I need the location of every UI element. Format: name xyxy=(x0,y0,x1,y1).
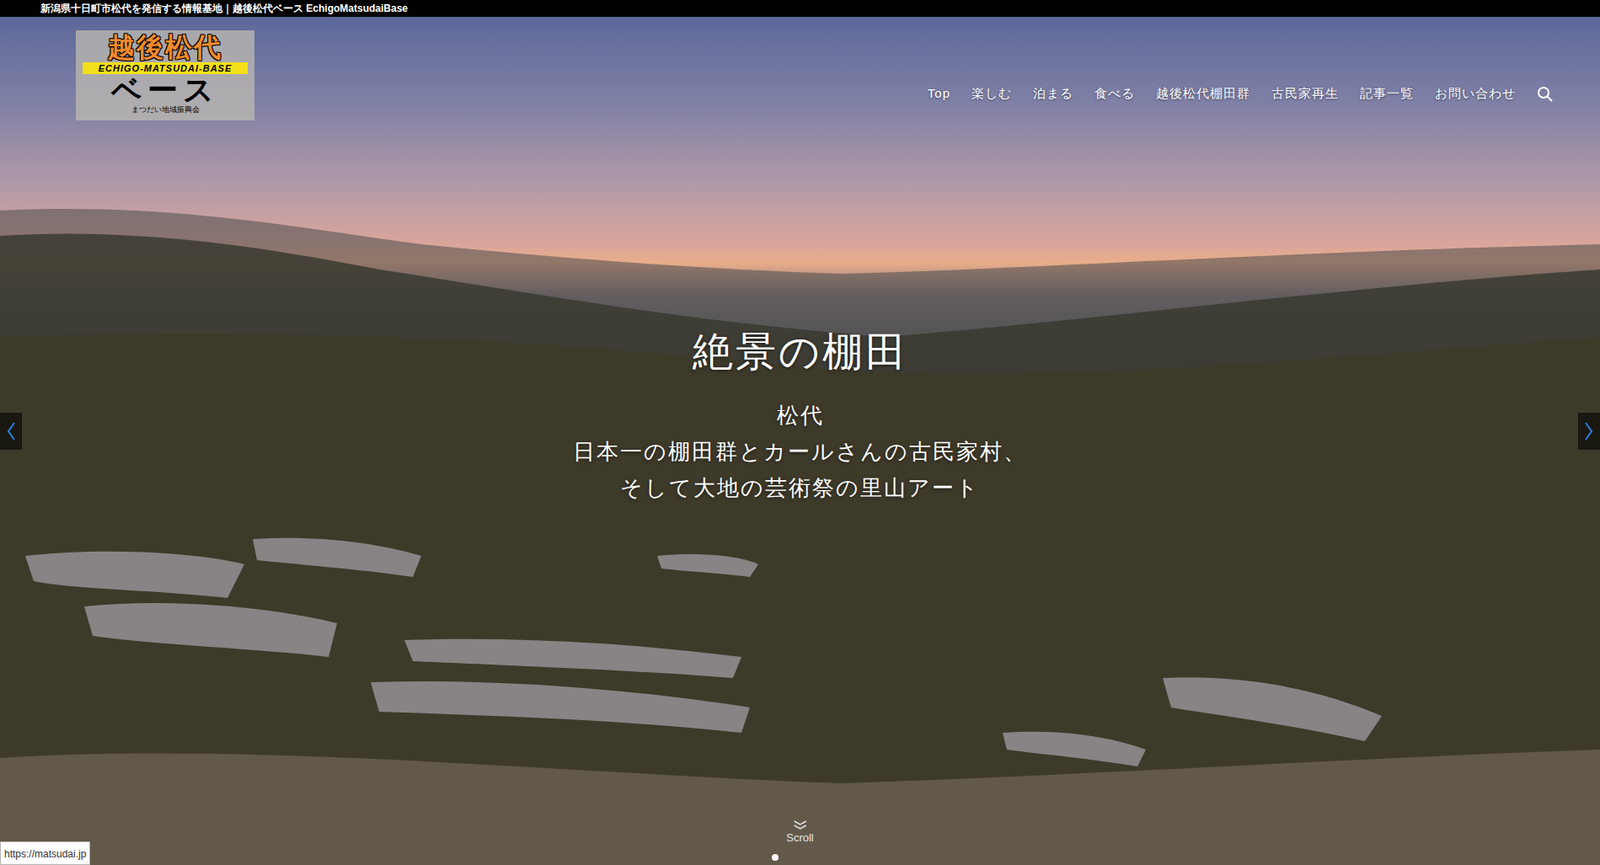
search-button[interactable] xyxy=(1535,85,1555,104)
nav-item[interactable]: 古民家再生 xyxy=(1271,85,1339,102)
hero: 越後松代 ECHIGO-MATSUDAI-BASE ベース まつだい地域振興会 … xyxy=(0,16,1600,865)
double-chevron-down-icon xyxy=(791,819,808,832)
slide-line: 日本一の棚田群とカールさんの古民家村、 xyxy=(572,433,1028,471)
slide-line: 松代 xyxy=(776,397,825,434)
top-bar: 新潟県十日町市松代を発信する情報基地｜越後松代ベース EchigoMatsuda… xyxy=(0,0,1600,17)
header: 越後松代 ECHIGO-MATSUDAI-BASE ベース まつだい地域振興会 … xyxy=(0,16,1600,121)
logo-org: まつだい地域振興会 xyxy=(131,105,200,115)
nav-item[interactable]: 食べる xyxy=(1094,85,1135,102)
prev-arrow[interactable] xyxy=(0,412,22,450)
nav-item[interactable]: Top xyxy=(927,85,951,102)
status-url: https://matsudai.jp xyxy=(4,848,86,861)
logo-sub: ベース xyxy=(111,74,220,107)
search-icon xyxy=(1536,85,1554,103)
next-arrow[interactable] xyxy=(1578,412,1600,450)
chevron-left-icon xyxy=(5,421,17,442)
site-tagline: 新潟県十日町市松代を発信する情報基地｜越後松代ベース EchigoMatsuda… xyxy=(40,3,408,14)
scroll-indicator[interactable]: Scroll xyxy=(786,819,814,846)
main-nav: Top 楽しむ 泊まる 食べる 越後松代棚田群 古民家再生 記事一覧 お問い合わせ xyxy=(927,85,1516,102)
logo-band: ECHIGO-MATSUDAI-BASE xyxy=(82,62,248,75)
slide-line: そして大地の芸術祭の里山アート xyxy=(620,470,980,507)
scroll-label: Scroll xyxy=(786,831,814,846)
nav-item[interactable]: 泊まる xyxy=(1032,85,1074,102)
site-logo[interactable]: 越後松代 ECHIGO-MATSUDAI-BASE ベース まつだい地域振興会 xyxy=(75,30,255,121)
slider-dots xyxy=(771,854,779,862)
status-bar: https://matsudai.jp xyxy=(0,841,91,865)
nav-item[interactable]: 楽しむ xyxy=(971,85,1012,102)
slide-text: 松代日本一の棚田群とカールさんの古民家村、そして大地の芸術祭の里山アート xyxy=(572,397,1028,507)
nav-item[interactable]: 記事一覧 xyxy=(1359,85,1414,102)
slide-title: 絶景の棚田 xyxy=(692,326,909,378)
nav-item[interactable]: 越後松代棚田群 xyxy=(1155,85,1251,102)
logo-title: 越後松代 xyxy=(107,33,223,63)
slide-caption: 絶景の棚田 松代日本一の棚田群とカールさんの古民家村、そして大地の芸術祭の里山ア… xyxy=(0,326,1600,507)
chevron-right-icon xyxy=(1583,421,1595,442)
nav-item[interactable]: お問い合わせ xyxy=(1434,85,1516,102)
slider-dot[interactable] xyxy=(771,854,779,862)
